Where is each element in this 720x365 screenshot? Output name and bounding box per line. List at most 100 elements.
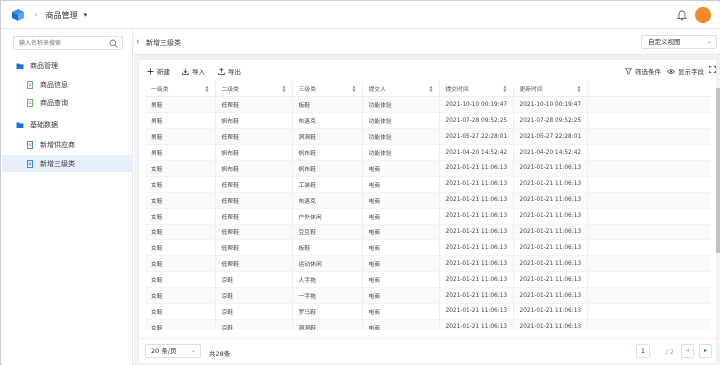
table-row[interactable]: 女鞋 帆布鞋 帆布鞋 电商 2021-01-21 11:06:13 2021-01-21 … <box>145 160 711 177</box>
sort-icon[interactable]: ▲ ▼ <box>577 85 580 93</box>
vertical-scrollbar[interactable] <box>716 80 720 330</box>
avatar[interactable] <box>695 7 711 23</box>
chevron-right-icon: › <box>34 10 38 20</box>
table-cell: 2021-01-21 11:06:13 <box>512 303 587 320</box>
export-icon <box>218 67 225 75</box>
table-cell: 2021-01-21 11:06:13 <box>438 319 513 330</box>
table-row[interactable]: 女鞋 低帮鞋 运动休闲 电商 2021-01-21 11:06:13 2021-01-21… <box>145 255 711 273</box>
column-header[interactable]: 三级类 ▲ ▼ <box>291 81 362 98</box>
view-select[interactable]: 自定义视图 ⌄ <box>641 35 717 49</box>
import-button[interactable]: 导入 <box>182 66 205 76</box>
table-cell: 低帮鞋 <box>214 255 292 273</box>
export-button[interactable]: 导出 <box>218 66 241 76</box>
search-icon[interactable] <box>109 39 118 48</box>
table-cell: 女鞋 <box>145 224 215 241</box>
collapse-chevron-left-icon[interactable]: ‹ <box>136 37 140 47</box>
sort-icon[interactable]: ▲ ▼ <box>352 85 355 93</box>
table-cell: 2021-01-21 11:06:13 <box>512 319 587 330</box>
search-input[interactable] <box>14 37 104 49</box>
table-cell: 2021-01-21 11:06:13 <box>438 255 513 273</box>
table-row[interactable]: 男鞋 帆布鞋 布洛克 功能体验 2021-07-28 09:52:25 2021-07-2… <box>145 112 711 130</box>
caret-down-icon[interactable]: ▾ <box>84 11 88 19</box>
current-page-input[interactable]: 1 <box>636 344 650 358</box>
table-cell: 电商 <box>361 160 439 177</box>
table-row[interactable]: 女鞋 低帮鞋 布洛克 电商 2021-01-21 11:06:13 2021-01-21 … <box>145 192 711 209</box>
table-cell: 2021-01-21 11:06:13 <box>512 192 587 209</box>
table-row[interactable]: 男鞋 帆布鞋 帆布鞋 功能体验 2021-04-20 14:52:42 2021-04-2… <box>145 144 711 161</box>
table-cell: 低帮鞋 <box>214 224 292 241</box>
table-cell: 帆布鞋 <box>214 112 292 130</box>
table-cell-spacer <box>586 176 711 193</box>
table-cell: 2021-01-21 11:06:13 <box>438 176 513 193</box>
table-cell: 女鞋 <box>145 255 215 273</box>
table-cell-spacer <box>586 208 711 225</box>
table-row[interactable]: 女鞋 凉鞋 一字拖 电商 2021-01-21 11:06:13 2021-01-21 1… <box>145 287 711 304</box>
table-row[interactable]: 女鞋 凉鞋 洞洞鞋 电商 2021-01-21 11:06:13 2021-01-21 1… <box>145 319 711 330</box>
import-button-label: 导入 <box>192 68 205 76</box>
table-cell: 电商 <box>361 319 439 330</box>
sidebar-item-product-info[interactable]: 商品信息 <box>2 76 133 93</box>
sidebar-item-add-category[interactable]: 新增三级类 <box>2 155 133 172</box>
table-cell: 2021-01-21 11:06:13 <box>438 303 513 320</box>
cube-logo-icon[interactable] <box>11 8 25 22</box>
table-row[interactable]: 女鞋 低帮鞋 户外休闲 电商 2021-01-21 11:06:13 2021-01-21… <box>145 208 711 225</box>
sort-icon[interactable]: ▲ ▼ <box>282 85 285 93</box>
table-cell: 罗马鞋 <box>291 303 362 320</box>
table-cell: 凉鞋 <box>214 303 292 320</box>
sidebar-item-product-query[interactable]: 商品查询 <box>2 94 133 111</box>
top-bar: › 商品管理 ▾ <box>2 2 720 29</box>
column-header[interactable]: 提交人 ▲ ▼ <box>361 81 439 98</box>
column-header[interactable]: 一级类 ▲ ▼ <box>145 81 215 98</box>
table-row[interactable]: 女鞋 凉鞋 人字拖 电商 2021-01-21 11:06:13 2021-01-21 1… <box>145 271 711 289</box>
app-title[interactable]: 商品管理 <box>46 10 78 21</box>
bell-icon[interactable] <box>677 10 687 21</box>
table-cell: 布洛克 <box>291 112 362 130</box>
folder-icon <box>16 122 24 128</box>
table-cell: 帆布鞋 <box>291 160 362 177</box>
table-cell: 板鞋 <box>291 239 362 257</box>
table-cell: 女鞋 <box>145 319 215 330</box>
table-cell: 一字拖 <box>291 287 362 304</box>
sort-icon[interactable]: ▲ ▼ <box>429 85 432 93</box>
filter-button-label: 筛选条件 <box>635 68 661 76</box>
import-icon <box>182 68 189 75</box>
show-fields-button[interactable]: 显示字段 <box>667 66 704 76</box>
column-header[interactable]: 更新时间 ▲ ▼ <box>512 81 587 98</box>
new-button[interactable]: 新建 <box>147 66 170 76</box>
page-size-select[interactable]: 20 条/页 ⌄ <box>145 344 201 358</box>
table-cell: 洞洞鞋 <box>291 319 362 330</box>
column-header-label: 提交人 <box>368 87 386 94</box>
view-select-value: 自定义视图 <box>648 38 681 46</box>
sidebar-group-base-data[interactable]: 基础数据 <box>2 116 133 133</box>
chevron-down-icon: ⌄ <box>190 347 196 354</box>
prev-page-button[interactable]: ◂ <box>681 344 694 358</box>
table-cell: 2021-01-21 11:06:13 <box>438 271 513 289</box>
table-row[interactable]: 女鞋 低帮鞋 板鞋 电商 2021-01-21 11:06:13 2021-01-21 1… <box>145 239 711 257</box>
table-header-row: 一级类 ▲ ▼ 二级类 ▲ ▼ 三级类 ▲ ▼ 提交人 ▲ ▼ 提交时间 ▲ ▼ 更新时间 ▲ ▼ <box>145 81 711 98</box>
column-header-label: 提交时间 <box>445 87 469 94</box>
table-row[interactable]: 女鞋 凉鞋 罗马鞋 电商 2021-01-21 11:06:13 2021-01-21 1… <box>145 303 711 320</box>
table-cell: 帆布鞋 <box>214 160 292 177</box>
show-fields-button-label: 显示字段 <box>678 68 704 76</box>
next-page-button[interactable]: ▸ <box>699 344 712 358</box>
column-header[interactable]: 提交时间 ▲ ▼ <box>438 81 513 98</box>
table-row[interactable]: 男鞋 低帮鞋 板鞋 功能体验 2021-10-10 00:19:47 2021-10-10… <box>145 96 711 114</box>
fullscreen-icon[interactable] <box>709 66 716 73</box>
table-cell-spacer <box>586 303 711 320</box>
table-cell-spacer <box>586 160 711 177</box>
table-row[interactable]: 男鞋 低帮鞋 洞洞鞋 功能体验 2021-05-27 22:28:01 2021-05-2… <box>145 128 711 146</box>
sidebar-item-label: 新增供应商 <box>40 140 75 149</box>
sidebar-group-product-management[interactable]: 商品管理 <box>2 57 133 74</box>
total-pages: / 2 <box>665 348 674 356</box>
table-row[interactable]: 女鞋 低帮鞋 工装鞋 电商 2021-01-21 11:06:13 2021-01-21 … <box>145 176 711 193</box>
table-cell-spacer <box>586 239 711 257</box>
sidebar-item-add-supplier[interactable]: 新增供应商 <box>2 136 133 153</box>
column-header[interactable]: 二级类 ▲ ▼ <box>214 81 292 98</box>
table-cell: 板鞋 <box>291 96 362 114</box>
sort-icon[interactable]: ▲ ▼ <box>205 85 208 93</box>
chevron-down-icon: ⌄ <box>706 38 712 45</box>
sort-icon[interactable]: ▲ ▼ <box>503 85 506 93</box>
filter-button[interactable]: 筛选条件 <box>625 66 661 76</box>
table-row[interactable]: 女鞋 低帮鞋 豆豆鞋 电商 2021-01-21 11:06:13 2021-01-21 … <box>145 224 711 241</box>
scrollbar-thumb[interactable] <box>716 88 720 253</box>
